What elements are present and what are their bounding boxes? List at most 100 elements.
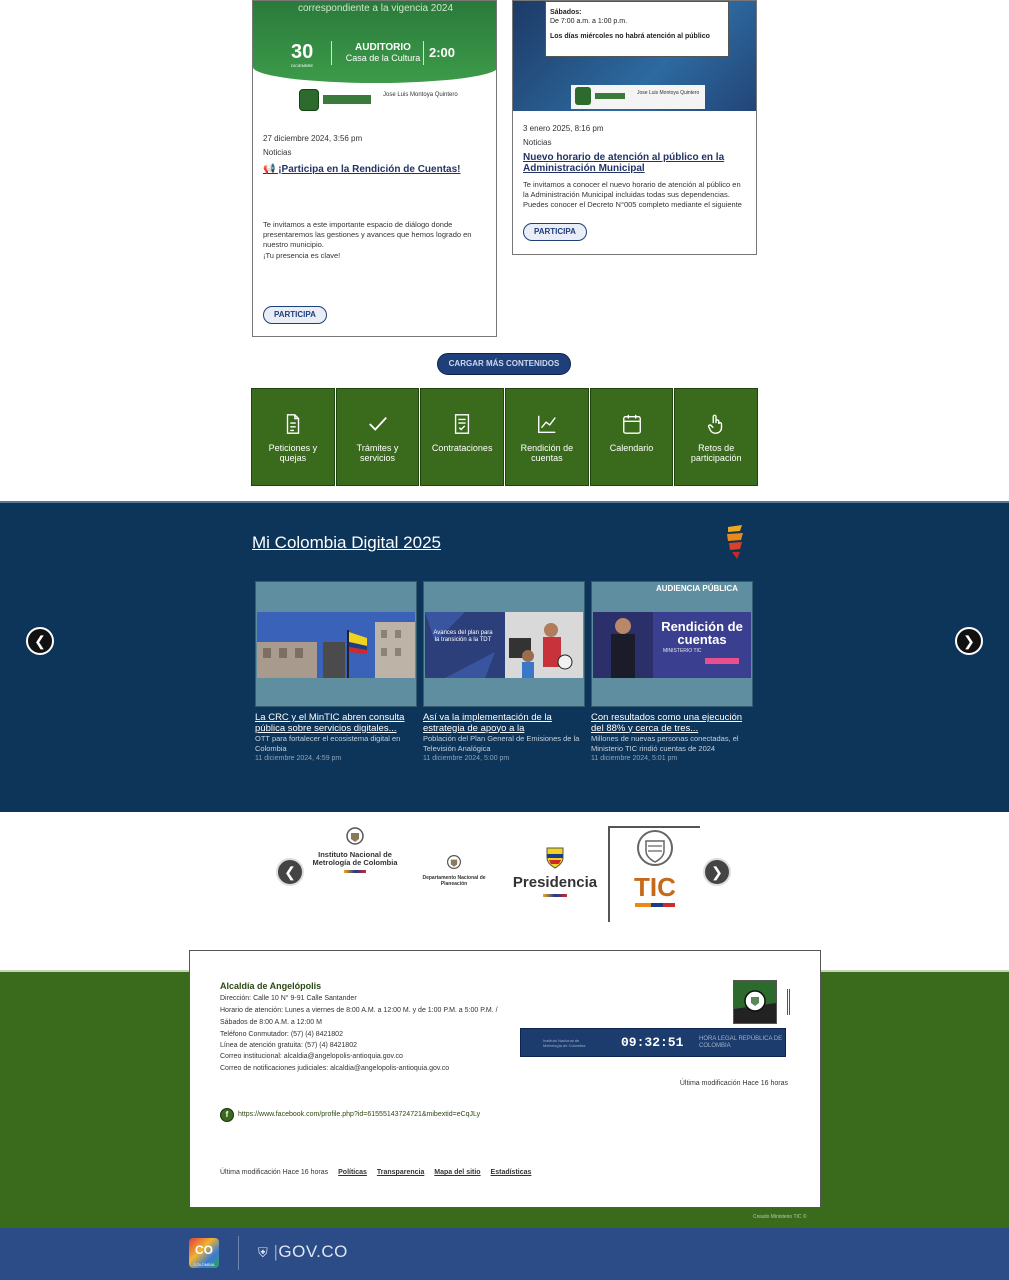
tile-retos[interactable]: Retos de participación	[674, 388, 759, 486]
article-date: 11 diciembre 2024, 4:59 pm	[255, 755, 342, 762]
flag-stripe	[635, 903, 675, 907]
footer-legal-email: Correo de notificaciones judiciales: alc…	[220, 1065, 450, 1072]
tile-label: Calendario	[609, 443, 654, 453]
footer-hours-saturday: Sábados de 8:00 A.M. a 12:00 M	[220, 1019, 322, 1026]
gov-co-bar: CO COLOMBIA ⛨ |GOV.CO	[0, 1228, 1009, 1280]
event-poster: correspondiente a la vigencia 2024 30 DI…	[253, 1, 496, 83]
news-card-image[interactable]: Sábados: De 7:00 a.m. a 1:00 p.m. Los dí…	[513, 1, 756, 111]
news-body-cta: ¡Tu presencia es clave!	[263, 251, 341, 260]
mcd-article[interactable]: AUDIENCIA PÚBLICA Rendición de cuentas M…	[591, 581, 753, 764]
section-title-link[interactable]: Mi Colombia Digital 2025	[252, 533, 441, 553]
crest-divider	[787, 989, 790, 1015]
poster-day: 30	[291, 41, 314, 63]
co-colombia-logo[interactable]: CO COLOMBIA	[189, 1238, 219, 1268]
inm-logo[interactable]: Instituto Nacional de Metrología de Colo…	[306, 826, 404, 873]
footer-entity-name: Alcaldía de Angelópolis	[220, 981, 322, 991]
municipal-crest	[733, 980, 777, 1024]
coat-of-arms-icon	[637, 830, 673, 866]
presidencia-logo[interactable]: Presidencia	[512, 844, 598, 897]
article-image-frame[interactable]	[255, 581, 417, 707]
last-modified: Última modificación Hace 16 horas	[220, 1169, 329, 1176]
partners-prev-button[interactable]: ❮	[276, 858, 304, 886]
tile-calendario[interactable]: Calendario	[589, 388, 674, 486]
tile-label: Peticiones y quejas	[268, 443, 318, 463]
dnp-name: Departamento Nacional de Planeación	[422, 875, 486, 887]
news-title-link[interactable]: Nuevo horario de atención al público en …	[523, 152, 745, 174]
footer-link-politicas[interactable]: Políticas	[338, 1169, 367, 1176]
footer-link-mapa[interactable]: Mapa del sitio	[434, 1169, 480, 1176]
poster-time: 2:00	[429, 45, 456, 60]
poster-divider	[423, 41, 424, 65]
colombia-emblem-icon	[727, 525, 743, 559]
slider-prev-button[interactable]: ❮	[26, 627, 54, 655]
image-caption: Avances del plan para la transición a la…	[433, 630, 493, 643]
legal-time-clock: 09:32:51	[621, 1035, 684, 1050]
municipal-emblem-icon	[299, 89, 319, 111]
mcd-article[interactable]: La CRC y el MinTIC abren consulta públic…	[255, 581, 417, 764]
article-image-frame[interactable]: AUDIENCIA PÚBLICA Rendición de cuentas M…	[591, 581, 753, 707]
footer-link-estadisticas[interactable]: Estadísticas	[491, 1169, 532, 1176]
article-date: 11 diciembre 2024, 5:00 pm	[423, 755, 510, 762]
partners-next-button[interactable]: ❯	[703, 858, 731, 886]
article-image: Avances del plan para la transición a la…	[425, 612, 583, 678]
news-card-image[interactable]: correspondiente a la vigencia 2024 30 DI…	[253, 1, 496, 121]
article-headline[interactable]: La CRC y el MinTIC abren consulta públic…	[255, 712, 417, 734]
footer-link-transparencia[interactable]: Transparencia	[377, 1169, 424, 1176]
news-card[interactable]: correspondiente a la vigencia 2024 30 DI…	[252, 0, 497, 337]
tile-tramites[interactable]: Trámites y servicios	[335, 388, 420, 486]
facebook-link[interactable]: https://www.facebook.com/profile.php?id=…	[238, 1111, 480, 1118]
facebook-icon[interactable]: f	[220, 1108, 234, 1122]
gov-divider	[238, 1236, 239, 1270]
load-more-button[interactable]: CARGAR MÁS CONTENIDOS	[437, 353, 571, 375]
poster-logo-strip: Jose Luis Montoya Quintero	[299, 89, 459, 111]
news-category: Noticias	[523, 138, 552, 147]
legal-time-widget[interactable]: Instituto Nacional de Metrología de Colo…	[520, 1028, 786, 1057]
gov-co-logo[interactable]: ⛨ |GOV.CO	[258, 1242, 348, 1262]
news-date: 3 enero 2025, 8:16 pm	[523, 124, 604, 133]
news-date: 27 diciembre 2024, 3:56 pm	[263, 134, 363, 143]
municipal-crest-icon	[734, 981, 776, 1023]
poster-month: DICIEMBRE	[291, 63, 314, 68]
article-image-frame[interactable]: Avances del plan para la transición a la…	[423, 581, 585, 707]
calendar-icon	[622, 414, 641, 434]
footer-email: Correo institucional: alcaldia@angelopol…	[220, 1053, 403, 1060]
hand-icon	[708, 414, 723, 434]
municipal-logo-label	[595, 93, 625, 99]
gov-co-text: GOV.CO	[278, 1242, 348, 1261]
dnp-logo[interactable]: Departamento Nacional de Planeación	[420, 854, 488, 887]
slider-next-button[interactable]: ❯	[955, 627, 983, 655]
participa-button[interactable]: PARTICIPA	[263, 306, 327, 324]
legal-time-label: HORA LEGAL REPÚBLICA DE COLOMBIA	[699, 1036, 783, 1049]
footer-credit: Creado Ministerio TIC ©	[753, 1214, 807, 1220]
municipal-logo-label	[323, 95, 371, 104]
last-modified-right: Última modificación Hace 16 horas	[679, 1080, 788, 1087]
chevron-left-icon: ❮	[34, 632, 46, 649]
inm-name: Instituto Nacional de Metrología de Colo…	[312, 850, 398, 867]
poster-note: Los días miércoles no habrá atención al …	[550, 33, 710, 40]
chevron-left-icon: ❮	[284, 863, 296, 880]
footer-phone: Teléfono Conmutador: (57) (4) 8421802	[220, 1031, 343, 1038]
tile-label: Rendición de cuentas	[520, 443, 574, 463]
news-card[interactable]: Sábados: De 7:00 a.m. a 1:00 p.m. Los dí…	[512, 0, 757, 255]
participa-button[interactable]: PARTICIPA	[523, 223, 587, 241]
tile-label: Trámites y servicios	[356, 443, 399, 463]
coat-of-arms-icon	[346, 827, 364, 845]
tile-label: Contrataciones	[431, 443, 493, 453]
article-headline[interactable]: Así va la implementación de la estrategi…	[423, 712, 585, 734]
checkmark-icon	[368, 416, 387, 431]
news-title-link[interactable]: 📢 ¡Participa en la Rendición de Cuentas!	[263, 164, 485, 175]
mcd-article[interactable]: Avances del plan para la transición a la…	[423, 581, 585, 764]
co-badge-sub: COLOMBIA	[193, 1262, 215, 1267]
tic-logo[interactable]: TIC	[608, 826, 700, 922]
news-body: Te invitamos a este importante espacio d…	[263, 220, 472, 249]
poster-place: AUDITORIO Casa de la Cultura	[345, 42, 421, 64]
article-headline[interactable]: Con resultados como una ejecución del 88…	[591, 712, 753, 734]
image-subtitle: MINISTERIO TIC	[663, 648, 702, 654]
article-summary: OTT para fortalecer el ecosistema digita…	[255, 734, 401, 753]
tile-rendicion[interactable]: Rendición de cuentas	[505, 388, 589, 486]
tile-peticiones[interactable]: Peticiones y quejas	[251, 388, 335, 486]
tile-label: Retos de participación	[690, 443, 742, 463]
tile-contrataciones[interactable]: Contrataciones	[420, 388, 505, 486]
chevron-right-icon: ❯	[711, 863, 723, 880]
poster-saturday-hours: De 7:00 a.m. a 1:00 p.m.	[550, 18, 628, 25]
